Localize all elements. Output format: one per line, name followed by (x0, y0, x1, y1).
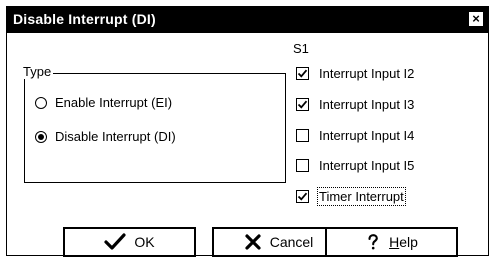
checkbox-row-i5[interactable]: Interrupt Input I5 (296, 158, 414, 173)
x-icon (245, 234, 261, 250)
title-bar: Disable Interrupt (DI) × (7, 7, 488, 33)
ok-button-label: OK (134, 234, 155, 250)
type-groupbox (24, 73, 286, 183)
checkmark-icon (297, 69, 308, 78)
checkmark-icon (297, 192, 308, 201)
radio-button-unselected[interactable] (35, 96, 47, 109)
radio-label-disable-interrupt: Disable Interrupt (DI) (55, 129, 176, 144)
checkbox-timer[interactable] (296, 190, 309, 203)
checkbox-row-i2[interactable]: Interrupt Input I2 (296, 66, 414, 81)
checkmark-icon (104, 233, 126, 250)
checkbox-label-i5: Interrupt Input I5 (319, 158, 415, 173)
checkbox-i3[interactable] (296, 98, 309, 111)
checkbox-label-timer: Timer Interrupt (317, 187, 406, 206)
checkbox-row-timer[interactable]: Timer Interrupt (296, 187, 406, 206)
question-icon (368, 234, 378, 250)
checkbox-row-i4[interactable]: Interrupt Input I4 (296, 128, 414, 143)
checkbox-row-i3[interactable]: Interrupt Input I3 (296, 97, 414, 112)
help-button-label-rest: elp (399, 234, 418, 250)
checkbox-i4[interactable] (296, 129, 309, 142)
radio-selected-dot (38, 133, 44, 140)
dialog-window: Disable Interrupt (DI) × Type Enable Int… (6, 6, 489, 257)
checkmark-icon (297, 100, 308, 109)
checkbox-label-i4: Interrupt Input I4 (319, 128, 415, 143)
type-group-label: Type (21, 64, 54, 79)
checkbox-label-i2: Interrupt Input I2 (319, 66, 415, 81)
s1-label: S1 (293, 41, 309, 56)
checkbox-i5[interactable] (296, 159, 309, 172)
checkbox-i2[interactable] (296, 67, 309, 80)
help-button-label-mnemonic: H (389, 234, 400, 250)
dialog-body: Type Enable Interrupt (EI) Disable Inter… (7, 33, 488, 257)
help-button[interactable]: Help (325, 227, 458, 257)
ok-button[interactable]: OK (63, 227, 196, 257)
close-button[interactable]: × (468, 11, 484, 27)
close-icon: × (472, 11, 480, 26)
radio-disable-interrupt[interactable]: Disable Interrupt (DI) (35, 129, 176, 144)
radio-enable-interrupt[interactable]: Enable Interrupt (EI) (35, 95, 172, 110)
help-button-label: Help (389, 234, 418, 250)
window-title: Disable Interrupt (DI) (13, 11, 156, 27)
radio-label-enable-interrupt: Enable Interrupt (EI) (55, 95, 173, 110)
radio-button-selected[interactable] (35, 130, 47, 143)
checkbox-label-i3: Interrupt Input I3 (319, 97, 415, 112)
cancel-button-label: Cancel (269, 234, 314, 250)
